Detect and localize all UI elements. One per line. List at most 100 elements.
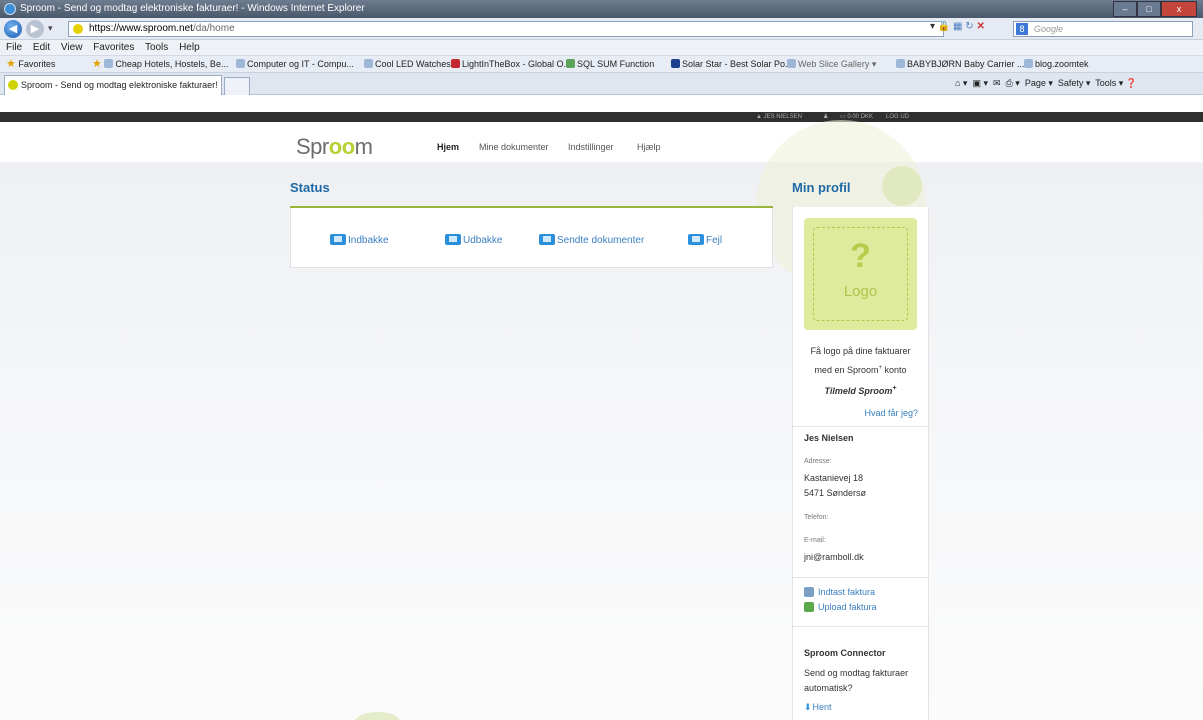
link-udbakke[interactable]: Udbakke — [445, 234, 502, 246]
menu-file[interactable]: File — [6, 42, 22, 53]
feeds-icon[interactable]: ▣ ▾ — [972, 78, 988, 88]
tools-menu[interactable]: Tools ▾ — [1095, 78, 1123, 88]
signup-sproom-plus[interactable]: Tilmeld Sproom+ — [800, 385, 921, 396]
menu-help[interactable]: Help — [179, 42, 200, 53]
favorites-bar: ★ Favorites ★ Cheap Hotels, Hostels, Be.… — [0, 55, 1203, 73]
profile-divider — [793, 626, 928, 627]
refresh-icon[interactable]: ↻ — [965, 21, 973, 32]
nav-hjem[interactable]: Hjem — [437, 142, 459, 152]
connector-text-1: Send og modtag fakturaer — [804, 668, 909, 678]
promo-sup: + — [878, 365, 882, 371]
fav-item-lightinthebox[interactable]: LightInTheBox - Global O... — [451, 56, 572, 72]
command-bar: ⌂ ▾ ▣ ▾ ✉ ⎙ ▾ Page ▾ Safety ▾ Tools ▾ ❓ — [955, 78, 1137, 89]
upload-icon — [804, 602, 814, 612]
fav-item-label: Solar Star - Best Solar Po... — [682, 59, 793, 69]
enter-invoice-link[interactable]: Indtast faktura — [804, 587, 875, 597]
compat-view-icon[interactable]: ▦ — [953, 21, 962, 32]
help-icon[interactable]: ❓ — [1126, 78, 1137, 88]
promo-line-1: Få logo på dine faktuarer — [810, 346, 911, 356]
link-fejl[interactable]: Fejl — [688, 234, 722, 246]
link-sendte-dokumenter[interactable]: Sendte dokumenter — [539, 234, 644, 246]
fav-item-sql-sum[interactable]: SQL SUM Function — [566, 56, 654, 72]
maximize-button[interactable]: □ — [1137, 1, 1161, 17]
menu-favorites[interactable]: Favorites — [93, 42, 134, 53]
sproom-logo[interactable]: Sproom — [296, 134, 373, 160]
status-heading: Status — [290, 180, 330, 195]
window-title: Sproom - Send og modtag elektroniske fak… — [20, 3, 365, 14]
fav-item-solar-star[interactable]: Solar Star - Best Solar Po... — [671, 56, 793, 72]
favorites-button[interactable]: ★ Favorites — [6, 56, 56, 72]
fav-item-web-slice[interactable]: Web Slice Gallery ▾ — [787, 56, 877, 72]
fav-item-led-watches[interactable]: Cool LED Watches — [364, 56, 451, 72]
menu-tools[interactable]: Tools — [145, 42, 168, 53]
lightinthebox-icon — [451, 59, 460, 68]
print-icon[interactable]: ⎙ ▾ — [1006, 78, 1020, 88]
logo-promo-text: Få logo på dine faktuarer med en Sproom+… — [800, 343, 921, 379]
google-icon: 8 — [1016, 23, 1028, 35]
favorites-label: Favorites — [18, 59, 56, 69]
link-indbakke[interactable]: Indbakke — [330, 234, 389, 246]
download-connector-link[interactable]: ⬇Hent — [804, 702, 832, 713]
nav-hjaelp[interactable]: Hjælp — [637, 142, 661, 152]
menu-bar: File Edit View Favorites Tools Help — [0, 40, 1203, 55]
profile-heading: Min profil — [792, 180, 851, 195]
minimize-button[interactable]: – — [1113, 1, 1137, 17]
mail-icon[interactable]: ✉ — [993, 78, 1001, 88]
balance-value: 0.00 DKK — [847, 114, 874, 120]
address-dropdown-icon[interactable]: ▾ — [930, 21, 935, 32]
promo-line-2-end: konto — [884, 365, 907, 375]
logo-text: Spr — [296, 134, 329, 159]
fav-item-label: BABYBJØRN Baby Carrier ... — [907, 59, 1025, 69]
back-arrow-icon[interactable]: ◀ — [4, 20, 22, 38]
user-menu[interactable]: ▲ JES NIELSEN — [756, 112, 802, 122]
signup-sup: + — [892, 385, 897, 392]
email-label: E-mail: — [804, 537, 826, 544]
upload-invoice-link[interactable]: Upload faktura — [804, 602, 877, 612]
sent-documents-icon — [539, 234, 555, 245]
fav-item-blog-zoomtek[interactable]: blog.zoomtek — [1024, 56, 1089, 72]
forward-arrow-icon[interactable]: ▶ — [26, 20, 44, 38]
profile-name: Jes Nielsen — [804, 433, 854, 443]
page-menu[interactable]: Page ▾ — [1025, 78, 1053, 88]
logout-link[interactable]: LOG UD — [886, 112, 909, 122]
history-dropdown-icon[interactable]: ▾ — [48, 23, 53, 34]
nav-mine-dokumenter[interactable]: Mine dokumenter — [479, 142, 549, 152]
ie-page-icon — [787, 59, 796, 68]
outbox-icon — [445, 234, 461, 245]
ie-page-icon — [364, 59, 373, 68]
sql-icon — [566, 59, 575, 68]
search-placeholder: Google — [1034, 24, 1064, 34]
stop-icon[interactable]: ✕ — [976, 21, 984, 32]
question-mark-icon: ? — [850, 237, 871, 275]
user-name: JES NIELSEN — [763, 114, 802, 120]
browser-tab[interactable]: Sproom - Send og modtag elektroniske fak… — [4, 75, 222, 95]
logo-text-end: m — [354, 134, 373, 159]
close-button[interactable]: x — [1161, 1, 1197, 17]
lock-icon[interactable]: 🔒 — [938, 21, 950, 32]
address-bar[interactable]: https://www.sproom.net/da/home — [68, 21, 944, 37]
home-icon[interactable]: ⌂ ▾ — [955, 78, 967, 88]
fav-item-label: LightInTheBox - Global O... — [462, 59, 572, 69]
link-label: Fejl — [706, 235, 723, 246]
safety-menu[interactable]: Safety ▾ — [1058, 78, 1091, 88]
site-user-bar: ▲ JES NIELSEN ♟ ▭ 0.00 DKK LOG UD — [0, 112, 1203, 122]
profile-divider — [793, 577, 928, 578]
address-line-1: Kastanievej 18 — [804, 473, 864, 483]
fav-item-label: Web Slice Gallery ▾ — [798, 59, 877, 69]
menu-edit[interactable]: Edit — [33, 42, 50, 53]
tab-label: Sproom - Send og modtag elektroniske fak… — [21, 80, 218, 90]
menu-view[interactable]: View — [61, 42, 83, 53]
nav-indstillinger[interactable]: Indstillinger — [568, 142, 614, 152]
link-label: Sendte dokumenter — [557, 235, 645, 246]
search-input[interactable]: 8 Google — [1013, 21, 1193, 37]
fav-item-computer-it[interactable]: Computer og IT - Compu... — [236, 56, 354, 72]
error-icon — [688, 234, 704, 245]
fav-item-babybjorn[interactable]: BABYBJØRN Baby Carrier ... — [896, 56, 1025, 72]
new-tab-button[interactable] — [224, 77, 250, 95]
fav-item-cheap-hotels[interactable]: ★ Cheap Hotels, Hostels, Be... — [92, 56, 229, 72]
what-do-i-get-link[interactable]: Hvad får jeg? — [800, 408, 918, 418]
fav-item-label: Cheap Hotels, Hostels, Be... — [115, 59, 229, 69]
promo-line-2: med en Sproom — [814, 365, 879, 375]
link-label: Udbakke — [463, 235, 503, 246]
enter-invoice-label: Indtast faktura — [818, 587, 876, 597]
